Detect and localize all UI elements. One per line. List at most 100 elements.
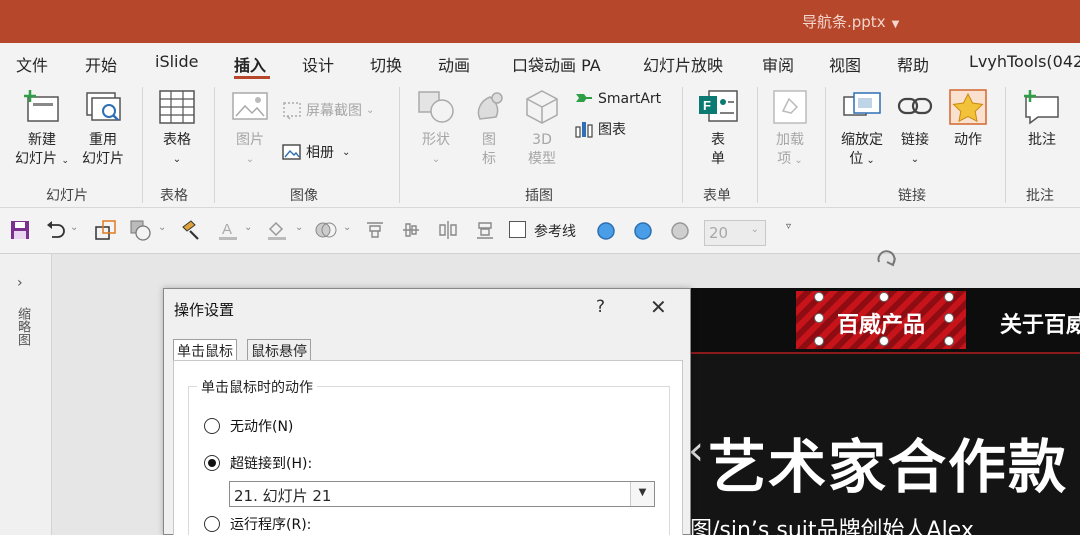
resize-handle[interactable] (944, 336, 954, 346)
tab-mouse-click[interactable]: 单击鼠标 (173, 339, 237, 361)
zoom-button[interactable]: 缩放定 位 ⌄ (834, 89, 890, 170)
document-title[interactable]: 导航条.pptx ▼ (802, 11, 899, 32)
svg-text:A: A (222, 221, 232, 238)
rotate-handle-icon[interactable] (871, 246, 901, 272)
addins-label-1: 加载 (776, 132, 804, 148)
resize-handle[interactable] (879, 336, 889, 346)
photo-album-button[interactable]: 相册 ⌄ (282, 142, 350, 162)
tab-file[interactable]: 文件 (16, 52, 48, 76)
icons-label-2: 标 (482, 151, 496, 167)
resize-handle[interactable] (944, 292, 954, 302)
forms-label-2: 单 (711, 151, 725, 167)
align-center-icon[interactable] (436, 219, 460, 241)
chevron-down-icon: ⌄ (791, 155, 803, 166)
group-label-slides: 幻灯片 (46, 188, 88, 204)
chevron-down-icon[interactable]: ⌄ (295, 222, 303, 233)
font-size-value: 20 (709, 224, 729, 242)
radio-run-program[interactable] (204, 516, 220, 532)
new-slide-button[interactable]: 新建 幻灯片 ⌄ (10, 89, 74, 171)
tab-transitions[interactable]: 切换 (370, 52, 402, 76)
color-dot-icon[interactable] (596, 221, 616, 241)
tab-islide[interactable]: iSlide (155, 52, 199, 71)
distribute-icon[interactable] (400, 219, 422, 241)
resize-handle[interactable] (879, 292, 889, 302)
option-hyperlink[interactable]: 超链接到(H): (204, 453, 312, 473)
zoom-icon (843, 92, 881, 116)
smartart-label: SmartArt (598, 91, 662, 107)
merge-shapes-icon[interactable] (314, 219, 338, 241)
tab-design[interactable]: 设计 (302, 52, 334, 76)
slide-canvas[interactable]: 百威产品 关于百威 ‹ 艺术家合作款 图/sin’s suit品牌创始人Alex (690, 288, 1080, 535)
resize-handle[interactable] (814, 292, 824, 302)
chevron-down-icon: ⌄ (245, 154, 255, 165)
chevron-down-icon[interactable]: ⌄ (70, 222, 78, 233)
align-bottom-icon[interactable] (474, 219, 496, 241)
screenshot-label: 屏幕截图 (306, 103, 362, 119)
addins-button[interactable]: 加载 项 ⌄ (766, 89, 814, 170)
color-dot-icon[interactable] (670, 221, 690, 241)
shapes-button[interactable]: 形状 ⌄ (412, 89, 460, 169)
icons-button[interactable]: 图 标 (468, 89, 510, 169)
chevron-down-icon[interactable]: ⌄ (343, 222, 351, 233)
help-button[interactable]: ? (596, 297, 605, 317)
tab-slideshow[interactable]: 幻灯片放映 (643, 52, 723, 76)
option-none[interactable]: 无动作(N) (204, 416, 293, 436)
chevron-down-icon[interactable]: ⌄ (158, 222, 166, 233)
fill-color-icon[interactable] (266, 219, 288, 241)
table-button[interactable]: 表格 ⌄ (150, 89, 204, 169)
tab-view[interactable]: 视图 (829, 52, 861, 76)
dialog-title: 操作设置 (174, 301, 235, 319)
option-run-program[interactable]: 运行程序(R): (204, 514, 311, 534)
shapes-icon[interactable] (129, 219, 153, 241)
expand-panel-icon[interactable]: › (17, 275, 23, 291)
group-label-images: 图像 (290, 188, 318, 204)
resize-handle[interactable] (944, 313, 954, 323)
align-top-icon[interactable] (364, 219, 386, 241)
resize-handle[interactable] (814, 313, 824, 323)
tab-home[interactable]: 开始 (85, 52, 117, 76)
chevron-down-icon: ⌄ (366, 104, 375, 116)
tab-animations[interactable]: 动画 (438, 52, 470, 76)
comment-button[interactable]: 批注 (1018, 89, 1066, 150)
reuse-slide-button[interactable]: 重用 幻灯片 (75, 89, 131, 169)
save-icon[interactable] (9, 219, 31, 241)
3d-model-button[interactable]: 3D 模型 (520, 89, 564, 169)
font-color-icon[interactable]: A (217, 219, 239, 241)
action-button[interactable]: 动作 (946, 89, 990, 150)
undo-icon[interactable] (44, 219, 66, 241)
tab-insert[interactable]: 插入 (234, 52, 266, 76)
picture-label: 图片 (236, 132, 264, 148)
chevron-down-icon[interactable]: ▼ (630, 482, 654, 506)
picture-button[interactable]: 图片 ⌄ (226, 89, 274, 169)
tab-review[interactable]: 审阅 (762, 52, 794, 76)
addins-icon (773, 90, 807, 124)
screenshot-button[interactable]: 屏幕截图 ⌄ (282, 100, 374, 120)
customize-toolbar-icon[interactable]: ▿ (786, 221, 791, 232)
tab-mouse-over[interactable]: 鼠标悬停 (247, 339, 311, 361)
select-objects-icon[interactable] (94, 219, 118, 241)
guides-checkbox[interactable] (509, 221, 526, 238)
format-painter-icon[interactable] (180, 219, 202, 241)
font-size-input[interactable]: 20 ⌄ (704, 220, 766, 246)
radio-none[interactable] (204, 418, 220, 434)
tab-pocket-animation[interactable]: 口袋动画 PA (512, 52, 601, 76)
hyperlink-target-select[interactable]: 21. 幻灯片 21 ▼ (229, 481, 655, 507)
forms-button[interactable]: F 表 单 (694, 89, 742, 169)
smartart-button[interactable]: SmartArt (574, 90, 661, 108)
reuse-slide-icon (86, 92, 121, 121)
chart-button[interactable]: 图表 (574, 119, 626, 139)
close-icon[interactable]: ✕ (650, 295, 667, 319)
radio-hyperlink[interactable] (204, 455, 220, 471)
link-button[interactable]: 链接 ⌄ (893, 89, 937, 169)
new-slide-label-2: 幻灯片 (15, 151, 57, 167)
color-dot-icon[interactable] (633, 221, 653, 241)
photo-album-icon (282, 144, 301, 160)
table-label: 表格 (163, 132, 191, 148)
resize-handle[interactable] (814, 336, 824, 346)
group-label-forms: 表单 (703, 188, 731, 204)
chevron-down-icon[interactable]: ⌄ (244, 222, 252, 233)
chevron-down-icon: ⌄ (863, 155, 875, 166)
tab-lvyhtools[interactable]: LvyhTools(042 (969, 52, 1080, 71)
bar-chart-icon (575, 122, 593, 138)
tab-help[interactable]: 帮助 (897, 52, 929, 76)
